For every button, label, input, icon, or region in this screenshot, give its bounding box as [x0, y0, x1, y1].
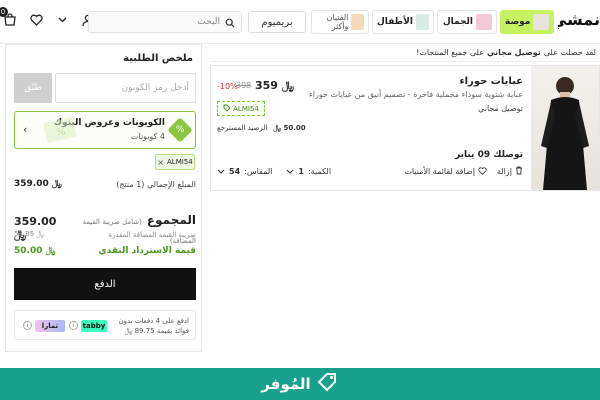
- product-description: عباية شتوية سوداء مخملية فاخرة - تصميم أ…: [308, 90, 523, 99]
- tabby-logo[interactable]: tabby: [81, 320, 107, 332]
- kids-thumbnail: [415, 14, 429, 30]
- promo-prefix: لقد حصلت على: [543, 48, 596, 57]
- item-controls: المقاس: 54 الكمية: 1 إزالة إضافة لقائمة …: [217, 166, 523, 177]
- nav-category-kids[interactable]: الأطفال: [372, 10, 434, 34]
- tamara-logo[interactable]: تمارا: [35, 320, 65, 332]
- total-label-group: المجموع (شامل ضريبة القيمة المضافة): [67, 209, 196, 247]
- premium-button[interactable]: بريميوم: [248, 11, 306, 33]
- coupon-decoration-icon: %: [43, 117, 77, 143]
- applied-coupon-code: ALMI54: [167, 158, 193, 166]
- subtotal-label: المبلغ الإجمالي (1 منتج): [116, 179, 196, 189]
- info-icon[interactable]: i: [69, 321, 78, 330]
- chevron-down-icon: [286, 167, 294, 176]
- nav-category-beauty[interactable]: الجمال: [437, 10, 497, 34]
- product-coupon-code: ALMI54: [233, 104, 259, 113]
- cashback-label: قيمة الاسترداد النقدي: [98, 246, 196, 256]
- promo-highlight: توصيل مجاني: [486, 48, 541, 57]
- fashion-thumbnail: [533, 14, 549, 30]
- product-name[interactable]: عبايات حوراء: [460, 76, 523, 87]
- currency-symbol: ﷼: [281, 79, 294, 92]
- cashback-value: 50.00 ﷼: [14, 246, 56, 256]
- promo-suffix: على جميع المنتجات!: [416, 48, 484, 57]
- percent-tag-icon: %: [167, 117, 193, 143]
- trash-icon: [515, 166, 523, 177]
- quantity-selector[interactable]: الكمية: 1: [286, 167, 331, 176]
- teens-thumbnail: [351, 14, 364, 30]
- nav-category-fashion[interactable]: موضة: [500, 10, 554, 34]
- close-icon[interactable]: ×: [157, 158, 164, 167]
- size-value: 54: [229, 167, 241, 176]
- vat-label: ضريبة القيمة المضافة المقدرة: [108, 230, 196, 239]
- item-actions: إزالة إضافة لقائمة الأمنيات: [404, 166, 523, 177]
- nav-category-teens[interactable]: الفتيان وأكثر: [311, 10, 369, 34]
- svg-text:%: %: [56, 127, 66, 138]
- vat-row: 53.85 ﷼ ضريبة القيمة المضافة المقدرة: [14, 230, 196, 239]
- cashback-row: 50.00 ﷼ قيمة الاسترداد النقدي: [14, 246, 196, 256]
- beauty-thumbnail: [476, 14, 492, 30]
- delivery-date: توصلك 09 يناير: [455, 150, 523, 160]
- header-actions: 0: [0, 7, 96, 28]
- site-logo[interactable]: نمشي: [558, 10, 600, 34]
- item-selectors: المقاس: 54 الكمية: 1: [217, 167, 331, 176]
- cart-item: عبايات حوراء عباية شتوية سوداء مخملية فا…: [210, 65, 600, 191]
- cashback-earned-value: 50.00 ﷼: [273, 124, 306, 132]
- top-header: 0 البحث بريميوم الفتيان وأكثر الأطفال ال…: [0, 0, 600, 44]
- wishlist-label: إضافة لقائمة الأمنيات: [404, 167, 475, 176]
- installment-text: ادفع على 4 دفعات بدون فوائد بقيمة 89.75 …: [118, 316, 189, 336]
- chevron-down-icon[interactable]: [54, 12, 70, 28]
- price-value: 359: [255, 79, 278, 92]
- installment-line-1: ادفع على 4 دفعات بدون: [118, 317, 189, 325]
- tag-icon: [317, 372, 339, 396]
- remove-label: إزالة: [496, 167, 512, 176]
- watermark-footer: المُوفر: [0, 368, 600, 400]
- total-label: المجموع: [146, 213, 196, 227]
- nav-category-label: الفتيان وأكثر: [326, 13, 349, 31]
- add-to-wishlist-button[interactable]: إضافة لقائمة الأمنيات: [404, 166, 487, 177]
- size-selector[interactable]: المقاس: 54: [217, 167, 272, 176]
- installment-line-2: فوائد بقيمة 89.75 ﷼: [124, 327, 189, 335]
- size-label: المقاس:: [244, 167, 273, 176]
- cashback-earned: 50.00 ﷼ الرصيد المسترجع: [217, 124, 306, 133]
- subtotal-row: 359.00 ﷼ المبلغ الإجمالي (1 منتج): [14, 179, 196, 189]
- free-shipping-banner: لقد حصلت على توصيل مجاني على جميع المنتج…: [210, 44, 600, 62]
- search-input[interactable]: البحث: [88, 11, 242, 33]
- subtotal-value: 359.00 ﷼: [14, 179, 62, 189]
- coupon-code-input[interactable]: أدخل رمز الكوبون: [55, 73, 196, 103]
- tag-icon: [223, 104, 231, 114]
- vat-value: 53.85 ﷼: [14, 230, 45, 238]
- applied-coupon-chip: × ALMI54: [155, 154, 195, 170]
- price-current: 359 ﷼: [255, 79, 294, 93]
- remove-button[interactable]: إزالة: [497, 166, 523, 177]
- search-placeholder: البحث: [197, 17, 220, 27]
- heart-icon[interactable]: [28, 12, 44, 28]
- nav-category-label: موضة: [505, 17, 531, 27]
- coupons-offers-card[interactable]: % الكوبونات وعروض البنوك 4 كوبونات % ‹: [14, 111, 196, 149]
- product-shipping: توصيل مجاني: [478, 104, 523, 113]
- total-row: 359.00 ﷼ المجموع (شامل ضريبة القيمة المض…: [14, 209, 196, 247]
- product-coupon-chip: ALMI54: [217, 101, 265, 116]
- footer-brand: المُوفر: [261, 375, 311, 393]
- nav-category-label: الجمال: [442, 17, 473, 27]
- chevron-down-icon: [217, 167, 225, 176]
- cart-icon[interactable]: 0: [0, 7, 18, 28]
- heart-icon: [478, 166, 487, 177]
- coupons-card-count: 4 كوبونات: [130, 132, 165, 141]
- installment-box: ادفع على 4 دفعات بدون فوائد بقيمة 89.75 …: [14, 310, 196, 340]
- quantity-value: 1: [298, 167, 304, 176]
- cashback-earned-label: الرصيد المسترجع: [217, 124, 268, 132]
- nav-category-label: الأطفال: [377, 17, 413, 27]
- apply-coupon-button[interactable]: طبّق: [14, 73, 52, 103]
- info-icon[interactable]: i: [23, 321, 32, 330]
- chevron-left-icon: ‹: [23, 123, 28, 136]
- discount-badge: -10%: [217, 82, 238, 91]
- price-original: 398: [236, 81, 252, 90]
- product-image[interactable]: [531, 66, 599, 190]
- quantity-label: الكمية:: [307, 167, 332, 176]
- search-icon: [225, 13, 235, 32]
- order-summary-title: ملخص الطلبية: [123, 53, 193, 64]
- checkout-button[interactable]: الدفع: [14, 268, 196, 300]
- order-summary-panel: ملخص الطلبية طبّق أدخل رمز الكوبون % الك…: [5, 44, 202, 352]
